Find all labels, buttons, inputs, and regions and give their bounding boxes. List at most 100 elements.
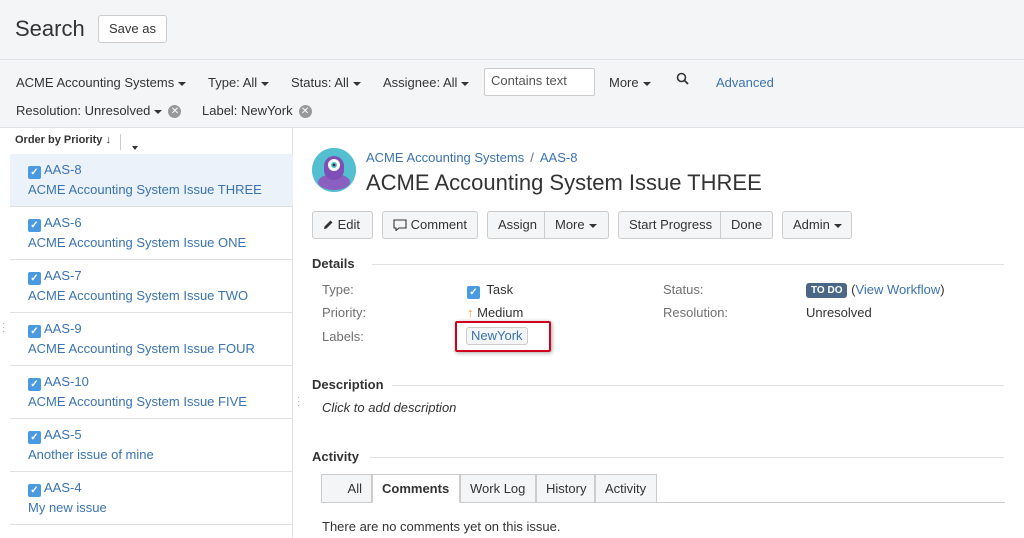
task-type-icon: ✓ <box>28 166 41 179</box>
list-item[interactable]: ✓ AAS-4 My new issue <box>10 472 293 525</box>
chevron-down-icon <box>132 145 138 150</box>
assign-button[interactable]: Assign <box>487 211 545 239</box>
resolution-label: Resolution: <box>663 305 729 320</box>
comment-label: Comment <box>410 217 467 232</box>
status-label: Status: <box>663 282 704 297</box>
type-value: ✓ Task <box>467 282 513 299</box>
issue-summary: Another issue of mine <box>28 447 154 462</box>
priority-label: Priority: <box>322 305 367 320</box>
tab-work-log[interactable]: Work Log <box>460 474 536 503</box>
admin-label: Admin <box>793 217 830 232</box>
clear-filter-icon[interactable]: ✕ <box>298 105 312 119</box>
divider <box>120 134 121 150</box>
assignee-filter-label: Assignee: All <box>383 75 458 90</box>
comment-button[interactable]: Comment <box>382 211 478 239</box>
labels-label: Labels: <box>322 329 364 344</box>
search-icon[interactable] <box>676 72 690 89</box>
chevron-down-icon <box>352 81 361 86</box>
issue-key: AAS-7 <box>44 268 82 283</box>
status-filter-label: Status: All <box>291 75 349 90</box>
comment-icon <box>393 217 411 232</box>
description-field[interactable]: Click to add description <box>322 400 456 415</box>
order-options-button[interactable] <box>128 139 138 154</box>
type-filter[interactable]: Type: All <box>208 75 270 90</box>
tab-activity[interactable]: Activity <box>595 474 657 503</box>
task-type-icon: ✓ <box>28 272 41 285</box>
divider <box>372 264 1004 265</box>
tab-comments[interactable]: Comments <box>372 474 460 503</box>
chevron-down-icon <box>588 223 597 228</box>
resize-handle-icon[interactable]: · · · <box>297 393 300 411</box>
tab-history[interactable]: History <box>536 474 595 503</box>
order-by-label: Order by Priority <box>15 134 103 146</box>
highlight-annotation <box>455 321 551 352</box>
divider <box>392 385 1004 386</box>
chevron-down-icon <box>178 81 187 86</box>
issue-summary: ACME Accounting System Issue FIVE <box>28 394 247 409</box>
list-item[interactable]: ✓ AAS-6 ACME Accounting System Issue ONE <box>10 207 293 260</box>
type-label: Type: <box>322 282 354 297</box>
breadcrumb-project-link[interactable]: ACME Accounting Systems <box>366 150 524 165</box>
task-type-icon: ✓ <box>467 286 480 299</box>
list-item[interactable]: ✓ AAS-8 ACME Accounting System Issue THRE… <box>10 154 293 207</box>
search-header: Search Save as <box>0 0 1024 60</box>
tab-all[interactable]: All <box>321 474 372 503</box>
description-heading: Description <box>312 377 384 392</box>
chevron-down-icon <box>461 81 470 86</box>
resize-handle-icon[interactable]: · · · <box>2 319 5 337</box>
page-title: Search <box>15 16 85 41</box>
list-item[interactable]: ✓ AAS-9 ACME Accounting System Issue FOUR <box>10 313 293 366</box>
issue-title: ACME Accounting System Issue THREE <box>366 170 762 195</box>
issue-key: AAS-10 <box>44 374 89 389</box>
resolution-filter-label: Resolution: Unresolved <box>16 103 151 118</box>
breadcrumb-issue-link[interactable]: AAS-8 <box>540 150 578 165</box>
assignee-filter[interactable]: Assignee: All <box>383 75 470 90</box>
more-filters-button[interactable]: More <box>609 75 651 90</box>
issue-summary: ACME Accounting System Issue TWO <box>28 288 249 303</box>
issue-list: ✓ AAS-8 ACME Accounting System Issue THRE… <box>10 154 293 525</box>
task-type-icon: ✓ <box>28 378 41 391</box>
status-filter[interactable]: Status: All <box>291 75 361 90</box>
save-as-button[interactable]: Save as <box>98 15 167 43</box>
issue-key: AAS-6 <box>44 215 82 230</box>
type-value-text: Task <box>486 282 514 297</box>
chevron-down-icon <box>642 81 651 86</box>
issue-summary: ACME Accounting System Issue THREE <box>28 182 262 197</box>
advanced-search-link[interactable]: Advanced <box>716 75 774 90</box>
list-item[interactable]: ✓ AAS-7 ACME Accounting System Issue TWO <box>10 260 293 313</box>
more-filters-label: More <box>609 75 639 90</box>
order-by-button[interactable]: Order by Priority ↓ <box>15 134 111 146</box>
issue-summary: ACME Accounting System Issue ONE <box>28 235 247 250</box>
issue-summary: ACME Accounting System Issue FOUR <box>28 341 255 356</box>
edit-label: Edit <box>337 217 361 232</box>
activity-heading: Activity <box>312 449 359 464</box>
resolution-filter[interactable]: Resolution: Unresolved ✕ <box>16 103 182 119</box>
project-avatar <box>312 148 356 192</box>
priority-value: ↑ Medium <box>467 305 523 320</box>
task-type-icon: ✓ <box>28 325 41 338</box>
divider <box>370 457 1004 458</box>
admin-button[interactable]: Admin <box>782 211 852 239</box>
project-filter[interactable]: ACME Accounting Systems <box>16 75 187 90</box>
type-filter-label: Type: All <box>208 75 258 90</box>
issue-key: AAS-9 <box>44 321 82 336</box>
start-progress-button[interactable]: Start Progress <box>618 211 721 239</box>
contains-text-input[interactable]: Contains text <box>484 68 595 96</box>
label-filter[interactable]: Label: NewYork ✕ <box>202 103 312 119</box>
list-item[interactable]: ✓ AAS-10 ACME Accounting System Issue FIV… <box>10 366 293 419</box>
pencil-icon <box>323 217 338 232</box>
list-item[interactable]: ✓ AAS-5 Another issue of mine <box>10 419 293 472</box>
resolution-value: Unresolved <box>806 305 872 320</box>
status-value: TO DO (View Workflow) <box>806 282 945 298</box>
arrow-down-icon: ↓ <box>105 134 111 146</box>
more-actions-button[interactable]: More <box>545 211 609 239</box>
status-close-paren: ) <box>940 282 945 297</box>
done-button[interactable]: Done <box>721 211 773 239</box>
issue-key: AAS-8 <box>44 162 82 177</box>
chevron-down-icon <box>833 223 842 228</box>
view-workflow-link[interactable]: View Workflow <box>855 282 940 297</box>
breadcrumb: ACME Accounting Systems / AAS-8 <box>366 150 577 165</box>
project-filter-label: ACME Accounting Systems <box>16 75 175 90</box>
clear-filter-icon[interactable]: ✕ <box>168 105 182 119</box>
edit-button[interactable]: Edit <box>312 211 373 239</box>
